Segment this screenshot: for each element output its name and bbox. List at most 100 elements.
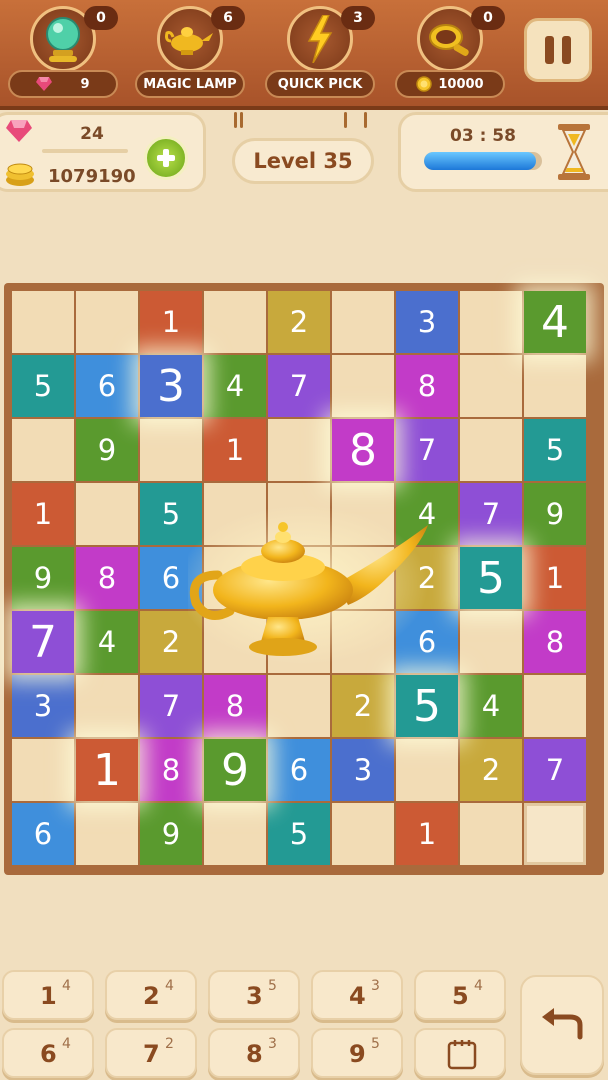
notes-button[interactable] (414, 1028, 506, 1078)
grid-cell-r7c1[interactable]: 3 (12, 675, 74, 737)
grid-cell-r2c6[interactable] (332, 355, 394, 417)
grid-cell-r3c1[interactable] (12, 419, 74, 481)
grid-cell-r2c9[interactable] (524, 355, 586, 417)
add-currency-button[interactable] (144, 136, 188, 180)
undo-button[interactable] (520, 975, 604, 1075)
grid-cell-r2c8[interactable] (460, 355, 522, 417)
selected-cell[interactable] (524, 803, 586, 865)
powerup-magnifier[interactable]: 0 10000 (395, 6, 505, 102)
grid-cell-r4c2[interactable] (76, 483, 138, 545)
grid-cell-r5c9[interactable]: 1 (524, 547, 586, 609)
grid-cell-r1c7[interactable]: 3 (396, 291, 458, 353)
powerup-quick-pick[interactable]: 3 QUICK PICK (265, 6, 375, 102)
number-key-1[interactable]: 14 (2, 970, 94, 1020)
number-key-9[interactable]: 95 (311, 1028, 403, 1078)
grid-cell-r5c2[interactable]: 8 (76, 547, 138, 609)
grid-cell-r8c6[interactable]: 3 (332, 739, 394, 801)
grid-cell-r1c5[interactable]: 2 (268, 291, 330, 353)
undo-icon (542, 1008, 583, 1040)
grid-cell-r6c8[interactable] (460, 611, 522, 673)
number-key-label: 7 (143, 1040, 160, 1068)
grid-cell-r1c6[interactable] (332, 291, 394, 353)
number-key-8[interactable]: 83 (208, 1028, 300, 1078)
grid-cell-r2c3[interactable]: 3 (140, 355, 202, 417)
powerup-crystal-ball[interactable]: 0 9 (8, 6, 118, 102)
number-key-label: 4 (349, 982, 366, 1010)
grid-cell-r7c3[interactable]: 7 (140, 675, 202, 737)
grid-cell-r3c3[interactable] (140, 419, 202, 481)
grid-cell-r9c1[interactable]: 6 (12, 803, 74, 865)
number-key-4[interactable]: 43 (311, 970, 403, 1020)
grid-cell-r2c7[interactable]: 8 (396, 355, 458, 417)
grid-cell-r3c4[interactable]: 1 (204, 419, 266, 481)
grid-cell-r3c2[interactable]: 9 (76, 419, 138, 481)
grid-cell-r7c9[interactable] (524, 675, 586, 737)
number-key-5[interactable]: 54 (414, 970, 506, 1020)
grid-cell-r8c1[interactable] (12, 739, 74, 801)
grid-cell-r7c6[interactable]: 2 (332, 675, 394, 737)
grid-cell-r8c8[interactable]: 2 (460, 739, 522, 801)
grid-cell-r1c2[interactable] (76, 291, 138, 353)
grid-cell-r1c3[interactable]: 1 (140, 291, 202, 353)
magic-lamp-icon (188, 505, 428, 665)
grid-cell-r6c1[interactable]: 7 (12, 611, 74, 673)
grid-cell-r2c2[interactable]: 6 (76, 355, 138, 417)
number-key-6[interactable]: 64 (2, 1028, 94, 1078)
grid-cell-r3c7[interactable]: 7 (396, 419, 458, 481)
grid-cell-r4c9[interactable]: 9 (524, 483, 586, 545)
grid-cell-r9c2[interactable] (76, 803, 138, 865)
grid-cell-r7c8[interactable]: 4 (460, 675, 522, 737)
grid-cell-r9c8[interactable] (460, 803, 522, 865)
grid-cell-r4c8[interactable]: 7 (460, 483, 522, 545)
remaining-count: 4 (165, 978, 174, 994)
grid-cell-r8c4[interactable]: 9 (204, 739, 266, 801)
grid-cell-r8c5[interactable]: 6 (268, 739, 330, 801)
number-key-7[interactable]: 72 (105, 1028, 197, 1078)
grid-cell-r1c9[interactable]: 4 (524, 291, 586, 353)
gem-icon (36, 77, 53, 91)
number-key-label: 5 (452, 982, 469, 1010)
remaining-count: 3 (371, 978, 380, 994)
number-key-3[interactable]: 35 (208, 970, 300, 1020)
grid-cell-r2c1[interactable]: 5 (12, 355, 74, 417)
grid-cell-r1c1[interactable] (12, 291, 74, 353)
grid-cell-r9c3[interactable]: 9 (140, 803, 202, 865)
grid-cell-r8c9[interactable]: 7 (524, 739, 586, 801)
grid-cell-r3c8[interactable] (460, 419, 522, 481)
count-badge: 3 (341, 6, 375, 30)
coin-cost-label: 10000 (395, 70, 505, 98)
grid-cell-r1c8[interactable] (460, 291, 522, 353)
grid-cell-r3c5[interactable] (268, 419, 330, 481)
pause-button[interactable] (524, 18, 592, 82)
grid-cell-r6c2[interactable]: 4 (76, 611, 138, 673)
remaining-count: 4 (62, 978, 71, 994)
grid-cell-r6c9[interactable]: 8 (524, 611, 586, 673)
grid-cell-r9c7[interactable]: 1 (396, 803, 458, 865)
grid-cell-r9c6[interactable] (332, 803, 394, 865)
grid-cell-r4c1[interactable]: 1 (12, 483, 74, 545)
powerup-magic-lamp[interactable]: 6 MAGIC LAMP (135, 6, 245, 102)
grid-cell-r7c4[interactable]: 8 (204, 675, 266, 737)
number-key-label: 9 (349, 1040, 366, 1068)
grid-cell-r9c5[interactable]: 5 (268, 803, 330, 865)
grid-cell-r3c9[interactable]: 5 (524, 419, 586, 481)
grid-cell-r3c6[interactable]: 8 (332, 419, 394, 481)
grid-cell-r7c5[interactable] (268, 675, 330, 737)
notepad-icon (447, 1040, 477, 1070)
grid-cell-r8c7[interactable] (396, 739, 458, 801)
grid-cell-r2c5[interactable]: 7 (268, 355, 330, 417)
count-badge: 6 (211, 6, 245, 30)
grid-cell-r7c2[interactable] (76, 675, 138, 737)
grid-cell-r5c8[interactable]: 5 (460, 547, 522, 609)
number-key-2[interactable]: 24 (105, 970, 197, 1020)
grid-cell-r8c2[interactable]: 1 (76, 739, 138, 801)
grid-cell-r7c7[interactable]: 5 (396, 675, 458, 737)
remaining-count: 4 (62, 1036, 71, 1052)
grid-cell-r1c4[interactable] (204, 291, 266, 353)
number-key-label: 8 (246, 1040, 263, 1068)
grid-cell-r8c3[interactable]: 8 (140, 739, 202, 801)
grid-cell-r9c4[interactable] (204, 803, 266, 865)
grid-cell-r5c1[interactable]: 9 (12, 547, 74, 609)
plus-icon (157, 149, 175, 167)
grid-cell-r2c4[interactable]: 4 (204, 355, 266, 417)
